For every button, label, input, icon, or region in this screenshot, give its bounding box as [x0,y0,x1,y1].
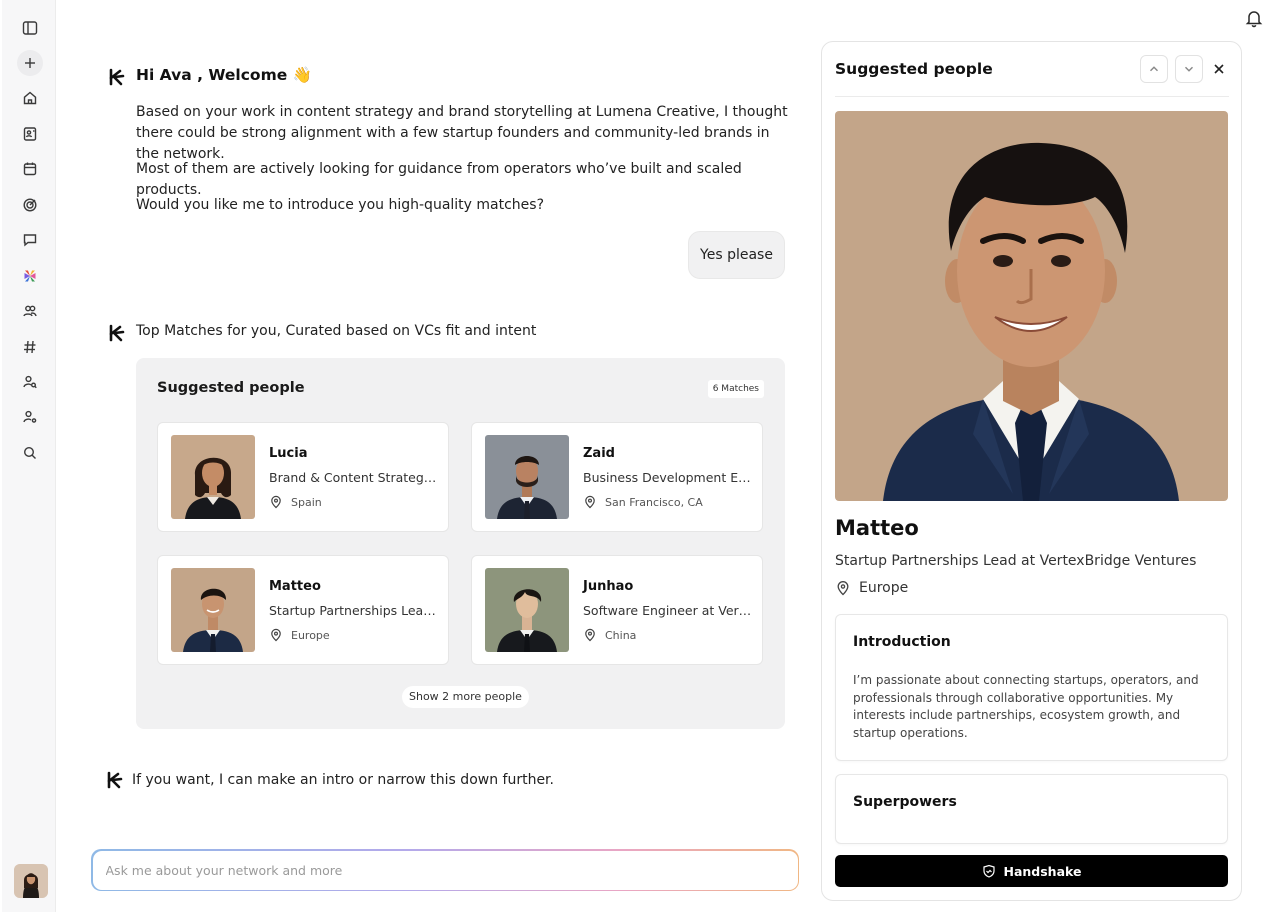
location-label: San Francisco, CA [605,495,703,509]
user-settings-icon[interactable] [17,404,43,430]
person-role: Startup Partnerships Lead at VertexBridg… [269,603,439,618]
location-label: China [605,628,637,642]
person-name: Lucia [269,446,308,461]
person-name: Matteo [269,579,321,594]
notifications-bell-icon[interactable] [1244,8,1264,28]
target-icon[interactable] [17,192,43,218]
calendar-icon[interactable] [17,156,43,182]
chevron-down-icon [1184,66,1194,72]
person-card-matteo[interactable]: Matteo Startup Partnerships Lead at Vert… [157,555,449,665]
location-label: Europe [859,580,909,596]
sidebar-toggle-icon[interactable] [17,15,43,41]
person-detail-panel: Suggested people Matteo Startup Partners… [821,41,1242,901]
user-message: Yes please [688,231,785,279]
user-avatar[interactable] [14,864,48,898]
search-icon[interactable] [17,440,43,466]
person-card-junhao[interactable]: Junhao Software Engineer at VertexBridge… [471,555,763,665]
location-pin-icon [585,495,595,509]
show-more-people-button[interactable]: Show 2 more people [402,686,529,708]
greeting: Hi Ava , Welcome 👋 [136,66,312,84]
introduction-text: I’m passionate about connecting startups… [853,673,1199,740]
person-name: Matteo [835,516,919,540]
previous-person-button[interactable] [1140,55,1168,83]
introduction-title: Introduction [853,634,951,650]
contacts-icon[interactable] [17,121,43,147]
hashtag-icon[interactable] [17,334,43,360]
matches-intro: Top Matches for you, Curated based on VC… [136,323,537,339]
assistant-message: Would you like me to introduce you high-… [136,197,545,213]
chevron-up-icon [1149,66,1159,72]
person-card-zaid[interactable]: Zaid Business Development Executive San … [471,422,763,532]
person-role: Brand & Content Strategist at Lumena Cre… [269,470,439,485]
person-location: Europe [269,628,330,642]
person-location: Spain [269,495,322,509]
person-portrait [835,111,1228,501]
close-panel-button[interactable] [1211,61,1227,77]
sidebar [2,0,56,912]
next-person-button[interactable] [1175,55,1203,83]
location-label: Europe [291,628,330,642]
location-pin-icon [585,628,595,642]
superpowers-title: Superpowers [853,794,957,810]
person-role: Startup Partnerships Lead at VertexBridg… [835,553,1197,569]
suggested-people-panel: Suggested people 6 Matches Lucia Brand &… [136,358,785,729]
handshake-button[interactable]: Handshake [835,855,1228,887]
superpowers-section: Superpowers [835,774,1228,844]
person-name: Junhao [583,579,634,594]
person-photo [171,435,255,519]
close-icon [1214,64,1224,74]
chat-input[interactable] [92,850,798,890]
assistant-message: Based on your work in content strategy a… [136,104,788,162]
user-search-icon[interactable] [17,369,43,395]
suggested-people-title: Suggested people [157,380,305,396]
person-role: Software Engineer at VertexBridge [583,603,753,618]
chat-icon[interactable] [17,227,43,253]
assistant-logo-icon [107,68,125,86]
plus-icon [25,58,35,68]
assistant-logo-icon [107,324,125,342]
person-photo [485,435,569,519]
location-pin-icon [837,581,849,596]
person-location: Europe [835,580,908,596]
person-photo [171,568,255,652]
assistant-logo-icon [105,771,123,789]
assistant-message: If you want, I can make an intro or narr… [132,772,554,788]
divider [835,96,1229,97]
introduction-section: Introduction I’m passionate about connec… [835,614,1228,761]
person-card-lucia[interactable]: Lucia Brand & Content Strategist at Lume… [157,422,449,532]
matches-count-badge: 6 Matches [707,380,764,398]
people-icon[interactable] [17,298,43,324]
person-name: Zaid [583,446,615,461]
detail-panel-title: Suggested people [835,60,993,78]
person-location: San Francisco, CA [583,495,703,509]
home-icon[interactable] [17,85,43,111]
handshake-label: Handshake [1003,863,1082,879]
location-pin-icon [271,495,281,509]
person-photo [485,568,569,652]
app-logo-icon[interactable] [17,263,43,289]
handshake-icon [982,864,995,878]
chat-input-container [91,849,799,891]
location-label: Spain [291,495,322,509]
location-pin-icon [271,628,281,642]
person-location: China [583,628,636,642]
person-role: Business Development Executive [583,470,753,485]
new-chat-button[interactable] [17,50,43,76]
